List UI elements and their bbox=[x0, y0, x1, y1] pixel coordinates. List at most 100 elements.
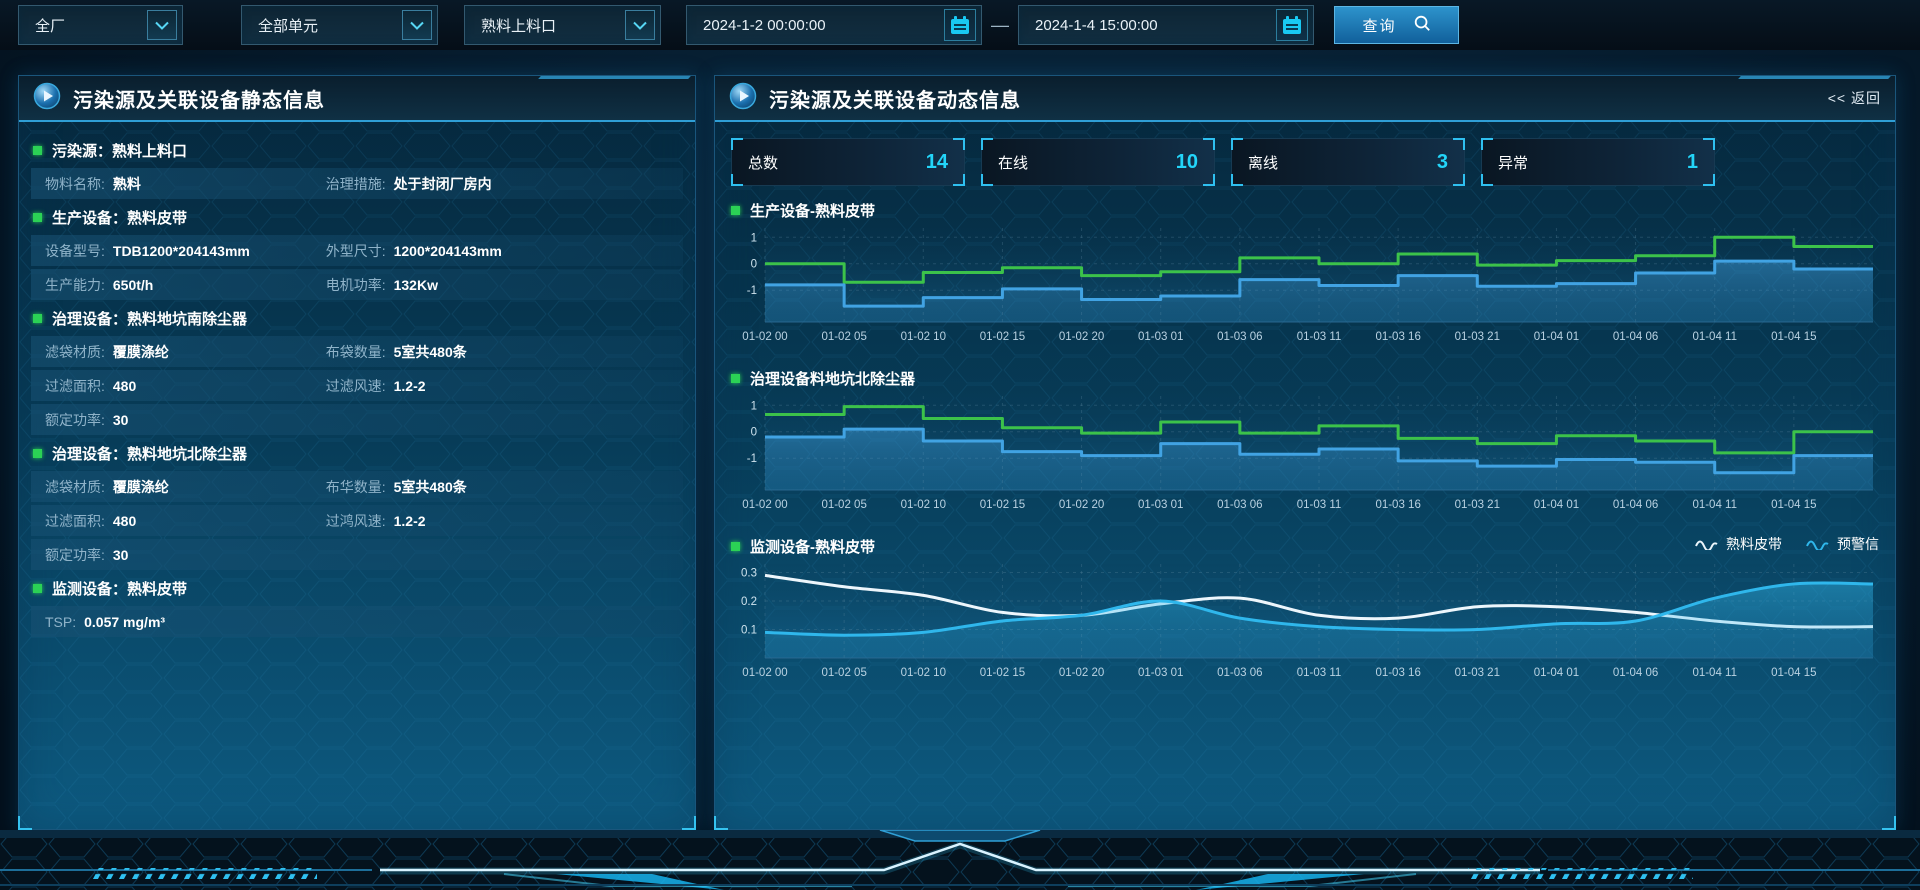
field-value: 30 bbox=[113, 412, 129, 428]
dynamic-info-panel: 污染源及关联设备动态信息 << 返回 总数14在线10离线3异常1 生产设备-熟… bbox=[714, 75, 1896, 830]
svg-text:-1: -1 bbox=[747, 285, 757, 297]
panel-corner bbox=[682, 816, 696, 830]
back-button[interactable]: << 返回 bbox=[1828, 88, 1881, 108]
svg-text:01-03 11: 01-03 11 bbox=[1297, 667, 1342, 679]
date-from-input[interactable]: 2024-1-2 00:00:00 bbox=[686, 5, 982, 45]
chart-svg-wrap: 01-02 0001-02 0501-02 1001-02 1501-02 20… bbox=[731, 222, 1879, 354]
calendar-icon[interactable] bbox=[944, 9, 976, 41]
field-value: 覆膜涤纶 bbox=[113, 477, 169, 497]
green-bullet-icon bbox=[33, 146, 42, 155]
svg-text:01-04 11: 01-04 11 bbox=[1692, 499, 1737, 511]
data-cell: 过滤面积:480 bbox=[45, 511, 326, 531]
select-plant[interactable]: 全厂 bbox=[18, 5, 183, 45]
svg-text:01-03 21: 01-03 21 bbox=[1455, 331, 1500, 343]
svg-text:01-03 06: 01-03 06 bbox=[1217, 499, 1262, 511]
green-bullet-icon bbox=[33, 584, 42, 593]
field-label: 治理措施: bbox=[326, 174, 386, 194]
svg-text:01-02 00: 01-02 00 bbox=[742, 331, 787, 343]
data-row: 生产能力:650t/h电机功率:132Kw bbox=[31, 269, 683, 300]
svg-text:01-04 06: 01-04 06 bbox=[1613, 499, 1658, 511]
field-label: 生产能力: bbox=[45, 275, 105, 295]
chevron-down-icon bbox=[147, 10, 177, 40]
svg-text:01-04 15: 01-04 15 bbox=[1771, 499, 1816, 511]
data-cell: 滤袋材质:覆膜涤纶 bbox=[45, 477, 326, 497]
data-row: 滤袋材质:覆膜涤纶布华数量: 5室共480条 bbox=[31, 471, 683, 502]
svg-text:01-04 06: 01-04 06 bbox=[1613, 667, 1658, 679]
svg-text:0.2: 0.2 bbox=[741, 596, 757, 608]
chart-title-row: 生产设备-熟料皮带 bbox=[731, 198, 1879, 222]
stat-label: 在线 bbox=[998, 152, 1028, 173]
query-button[interactable]: 查询 bbox=[1334, 6, 1459, 44]
field-value: 480 bbox=[113, 378, 136, 394]
data-cell: 设备型号:TDB1200*204143mm bbox=[45, 241, 326, 261]
search-icon bbox=[1413, 14, 1431, 36]
select-pollution-source[interactable]: 熟料上料口 bbox=[464, 5, 661, 45]
legend-item[interactable]: 预警信 bbox=[1806, 534, 1879, 554]
field-label: 布袋数量: bbox=[326, 342, 386, 362]
field-value: 132Kw bbox=[394, 277, 438, 293]
chart-title-text: 治理设备料地坑北除尘器 bbox=[750, 368, 915, 389]
chart-title-row: 治理设备料地坑北除尘器 bbox=[731, 366, 1879, 390]
calendar-icon[interactable] bbox=[1276, 9, 1308, 41]
field-value: 覆膜涤纶 bbox=[113, 342, 169, 362]
chart-plot: 01-02 0001-02 0501-02 1001-02 1501-02 20… bbox=[731, 558, 1877, 690]
field-label: 过滤面积: bbox=[45, 376, 105, 396]
static-info-panel: 污染源及关联设备静态信息 污染源：熟料上料口物料名称:熟料治理措施:处于封闭厂房… bbox=[18, 75, 696, 830]
section-header-row: 监测设备：熟料皮带 bbox=[33, 573, 681, 603]
legend-item[interactable]: 熟料皮带 bbox=[1695, 534, 1782, 554]
data-row: 过滤面积: 480 过滤风速: 1.2-2 bbox=[31, 370, 683, 401]
data-row: 滤袋材质:覆膜涤纶布袋数量:5室共480条 bbox=[31, 336, 683, 367]
svg-text:01-02 10: 01-02 10 bbox=[901, 667, 946, 679]
data-cell: 布华数量: 5室共480条 bbox=[326, 477, 607, 497]
svg-text:01-02 05: 01-02 05 bbox=[821, 499, 866, 511]
svg-text:01-02 20: 01-02 20 bbox=[1059, 667, 1104, 679]
svg-text:01-03 21: 01-03 21 bbox=[1455, 667, 1500, 679]
svg-text:01-04 15: 01-04 15 bbox=[1771, 667, 1816, 679]
wavy-line-icon bbox=[1806, 538, 1830, 550]
svg-text:01-02 10: 01-02 10 bbox=[901, 499, 946, 511]
stat-label: 异常 bbox=[1498, 152, 1528, 173]
svg-text:01-03 21: 01-03 21 bbox=[1455, 499, 1500, 511]
field-label: 过滤风速: bbox=[326, 376, 386, 396]
stat-label: 总数 bbox=[748, 152, 778, 173]
svg-text:01-04 15: 01-04 15 bbox=[1771, 331, 1816, 343]
svg-text:01-02 05: 01-02 05 bbox=[821, 667, 866, 679]
static-panel-titlebar: 污染源及关联设备静态信息 bbox=[19, 76, 695, 122]
svg-text:01-03 06: 01-03 06 bbox=[1217, 331, 1262, 343]
titlebar-notch bbox=[1729, 76, 1891, 89]
section-header-text: 污染源：熟料上料口 bbox=[52, 140, 187, 161]
static-info-rows: 污染源：熟料上料口物料名称:熟料治理措施:处于封闭厂房内生产设备：熟料皮带设备型… bbox=[19, 122, 695, 650]
chart-block-1: 治理设备料地坑北除尘器01-02 0001-02 0501-02 1001-02… bbox=[731, 366, 1879, 522]
field-value: 5室共480条 bbox=[394, 477, 467, 497]
svg-text:0: 0 bbox=[751, 259, 757, 271]
svg-text:01-03 16: 01-03 16 bbox=[1375, 331, 1420, 343]
charts-container: 生产设备-熟料皮带 01-02 00 01-02 05 01-02 10 01-02 1… bbox=[715, 198, 1895, 690]
field-label: TSP: bbox=[45, 614, 76, 630]
date-to-value: 2024-1-4 15:00:00 bbox=[1035, 17, 1158, 34]
field-label: 布华数量: bbox=[326, 477, 386, 497]
footer-decoration bbox=[0, 830, 1920, 890]
date-to-input[interactable]: 2024-1-4 15:00:00 bbox=[1018, 5, 1314, 45]
data-cell: 额定功率:30 bbox=[45, 410, 326, 430]
svg-text:01-04 06: 01-04 06 bbox=[1613, 331, 1658, 343]
svg-text:-1: -1 bbox=[747, 453, 757, 465]
stat-box-总数: 总数 14 bbox=[731, 138, 965, 186]
field-label: 设备型号: bbox=[45, 241, 105, 261]
stat-value: 1 bbox=[1687, 151, 1698, 174]
stat-label: 离线 bbox=[1248, 152, 1278, 173]
field-value: 1.2-2 bbox=[394, 378, 426, 394]
date-from-value: 2024-1-2 00:00:00 bbox=[703, 17, 826, 34]
svg-text:01-02 05: 01-02 05 bbox=[821, 331, 866, 343]
svg-text:01-02 20: 01-02 20 bbox=[1059, 499, 1104, 511]
field-label: 外型尺寸: bbox=[326, 241, 386, 261]
data-row: 过滤面积:480过鸿风速:1.2-2 bbox=[31, 505, 683, 536]
data-row: TSP:0.057 mg/m³ bbox=[31, 606, 683, 637]
data-row: 额定功率:30 bbox=[31, 404, 683, 435]
svg-text:01-02 00: 01-02 00 bbox=[742, 667, 787, 679]
stat-box-在线: 在线10 bbox=[981, 138, 1215, 186]
stat-value: 14 bbox=[926, 151, 948, 174]
data-cell: 过滤面积: 480 bbox=[45, 376, 326, 396]
data-cell: 物料名称:熟料 bbox=[45, 174, 326, 194]
select-unit[interactable]: 全部单元 bbox=[241, 5, 438, 45]
stat-box-异常: 异常 1 bbox=[1481, 138, 1715, 186]
